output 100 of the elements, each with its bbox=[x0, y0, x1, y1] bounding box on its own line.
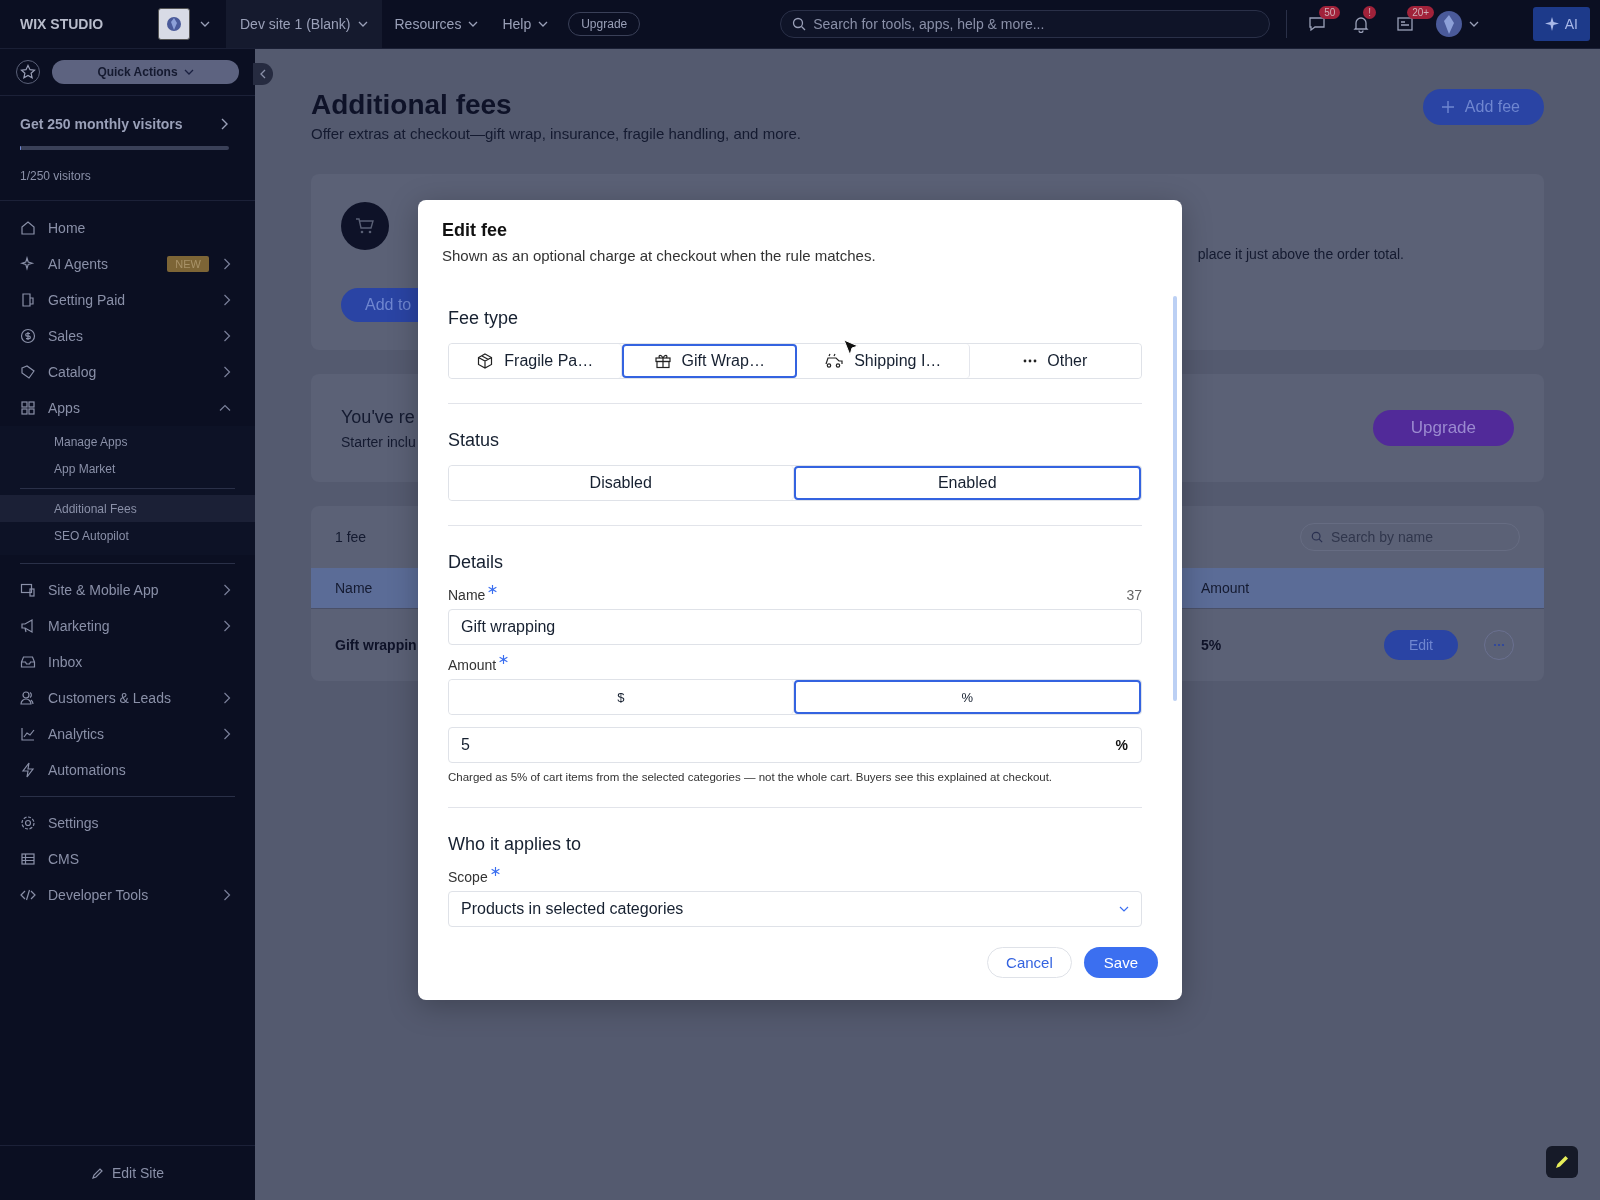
site-selector[interactable]: Dev site 1 (Blank) bbox=[226, 0, 383, 48]
notification-badge: 50 bbox=[1319, 6, 1341, 19]
chevron-right-icon[interactable] bbox=[223, 330, 231, 342]
devices-icon bbox=[20, 582, 36, 598]
chevron-right-icon[interactable] bbox=[223, 620, 231, 632]
chevron-up-icon[interactable] bbox=[219, 404, 231, 412]
field-label: Amount bbox=[448, 657, 497, 673]
amount-type-option[interactable]: % bbox=[793, 680, 1141, 714]
notification-badge: 20+ bbox=[1407, 6, 1435, 19]
wallet-icon bbox=[20, 292, 36, 308]
status-option[interactable]: Disabled bbox=[449, 466, 794, 500]
bolt-icon bbox=[20, 762, 36, 778]
logo[interactable]: WIX STUDIO bbox=[0, 16, 140, 32]
sub-nav-item[interactable]: Additional Fees bbox=[0, 495, 255, 522]
plus-icon bbox=[1440, 100, 1455, 114]
fee-type-option[interactable]: Fragile Pa… bbox=[449, 344, 622, 378]
edit-site-button[interactable]: Edit Site bbox=[84, 1164, 171, 1182]
chevron-right-icon[interactable] bbox=[223, 889, 231, 901]
people-icon bbox=[20, 690, 36, 706]
nav-item[interactable]: Marketing bbox=[0, 608, 255, 644]
chevron-down-icon bbox=[358, 21, 369, 27]
promo-title[interactable]: Get 250 monthly visitors bbox=[20, 116, 183, 132]
page-title: Additional fees bbox=[311, 89, 513, 121]
pen-icon bbox=[1553, 1153, 1571, 1171]
name-field[interactable]: Gift wrapping bbox=[448, 609, 1142, 645]
nav-item[interactable]: Analytics bbox=[0, 716, 255, 752]
news-icon[interactable] bbox=[1396, 15, 1415, 33]
fee-type-option[interactable]: Gift Wrap… bbox=[621, 344, 797, 378]
nav-item[interactable]: Developer Tools bbox=[0, 877, 255, 913]
scooter-icon bbox=[824, 352, 845, 370]
chevron-down-icon bbox=[468, 21, 479, 27]
help-text: Charged as 5% of cart items from the selected categories — not the whole cart. Buyers see this explained at checkout. bbox=[448, 771, 1054, 783]
chevron-right-icon[interactable] bbox=[223, 366, 231, 378]
chevron-down-icon bbox=[1119, 906, 1129, 912]
sparkle-icon bbox=[20, 256, 36, 272]
nav-item[interactable]: Home bbox=[0, 210, 255, 246]
avatar[interactable] bbox=[1435, 10, 1464, 38]
character-counter: 37 bbox=[1126, 587, 1142, 603]
amount-type-option[interactable]: $ bbox=[449, 680, 794, 714]
nav-item[interactable]: CMS bbox=[0, 841, 255, 877]
cancel-button[interactable]: Cancel bbox=[987, 947, 1072, 978]
chevron-right-icon[interactable] bbox=[223, 294, 231, 306]
page-subtitle: Offer extras at checkout—gift wrap, insurance, fragile handling, and more. bbox=[311, 125, 801, 142]
nav-item[interactable]: Catalog bbox=[0, 354, 255, 390]
plan-title: You've re bbox=[341, 406, 416, 428]
setup-description: place it just above the order total. bbox=[1197, 246, 1404, 264]
status-option[interactable]: Enabled bbox=[793, 466, 1141, 500]
top-menu[interactable]: Resources bbox=[382, 16, 491, 32]
nav-item[interactable]: Getting Paid bbox=[0, 282, 255, 318]
sub-nav-item[interactable]: SEO Autopilot bbox=[0, 522, 255, 549]
bell-icon[interactable] bbox=[1352, 15, 1371, 33]
home-icon bbox=[20, 220, 36, 236]
chevron-down-icon[interactable] bbox=[200, 21, 210, 27]
ai-button[interactable]: AI bbox=[1532, 7, 1590, 41]
nav-item[interactable]: Automations bbox=[0, 752, 255, 788]
inbox-icon bbox=[20, 654, 36, 670]
section-title: Details bbox=[448, 552, 505, 573]
nav-item[interactable]: Settings bbox=[0, 805, 255, 841]
nav-item[interactable]: Apps bbox=[0, 390, 255, 426]
upgrade-button[interactable]: Upgrade bbox=[1372, 410, 1514, 446]
save-button[interactable]: Save bbox=[1083, 947, 1158, 978]
scrollbar[interactable] bbox=[1173, 296, 1177, 701]
nav-item[interactable]: Inbox bbox=[0, 644, 255, 680]
table-cell: Gift wrappin bbox=[335, 637, 417, 653]
nav-item[interactable]: Customers & Leads bbox=[0, 680, 255, 716]
dialog-title: Edit fee bbox=[442, 220, 508, 241]
chat-icon[interactable] bbox=[1308, 15, 1327, 33]
chevron-right-icon[interactable] bbox=[223, 258, 231, 270]
top-menu[interactable]: Help bbox=[490, 16, 561, 32]
dialog-subtitle: Shown as an optional charge at checkout when the rule matches. bbox=[442, 247, 877, 264]
pen-button[interactable] bbox=[1546, 1146, 1578, 1178]
sub-nav-item[interactable]: App Market bbox=[0, 455, 255, 482]
apps-icon bbox=[20, 400, 36, 416]
chart-icon bbox=[20, 726, 36, 742]
chevron-right-icon[interactable] bbox=[223, 692, 231, 704]
chevron-right-icon[interactable] bbox=[221, 118, 229, 130]
chevron-right-icon[interactable] bbox=[223, 728, 231, 740]
table-cell: 5% bbox=[1201, 637, 1222, 653]
nav-item[interactable]: Sales bbox=[0, 318, 255, 354]
megaphone-icon bbox=[20, 618, 36, 634]
visitor-count: 1/250 visitors bbox=[20, 169, 91, 183]
section-title: Status bbox=[448, 430, 501, 451]
percent-suffix: % bbox=[1115, 737, 1128, 753]
dollar-icon bbox=[20, 328, 36, 344]
sub-nav-item[interactable]: Manage Apps bbox=[0, 428, 255, 455]
more-icon bbox=[1023, 359, 1038, 363]
pencil-icon bbox=[90, 1166, 104, 1180]
chevron-right-icon[interactable] bbox=[223, 584, 231, 596]
column-header: Name bbox=[335, 580, 373, 596]
plan-description: Starter inclu bbox=[341, 433, 416, 450]
search-field[interactable]: Search for tools, apps, help & more... bbox=[780, 10, 1271, 38]
chevron-down-icon bbox=[538, 21, 549, 27]
scope-dropdown[interactable]: Products in selected categories bbox=[448, 891, 1142, 927]
site-avatar[interactable] bbox=[158, 8, 190, 40]
gift-icon bbox=[653, 352, 672, 370]
nav-item[interactable]: Site & Mobile App bbox=[0, 572, 255, 608]
code-icon bbox=[20, 887, 36, 903]
chevron-down-icon[interactable] bbox=[1469, 21, 1480, 27]
cart-icon bbox=[341, 202, 389, 250]
collapse-sidebar-button[interactable] bbox=[253, 63, 273, 85]
